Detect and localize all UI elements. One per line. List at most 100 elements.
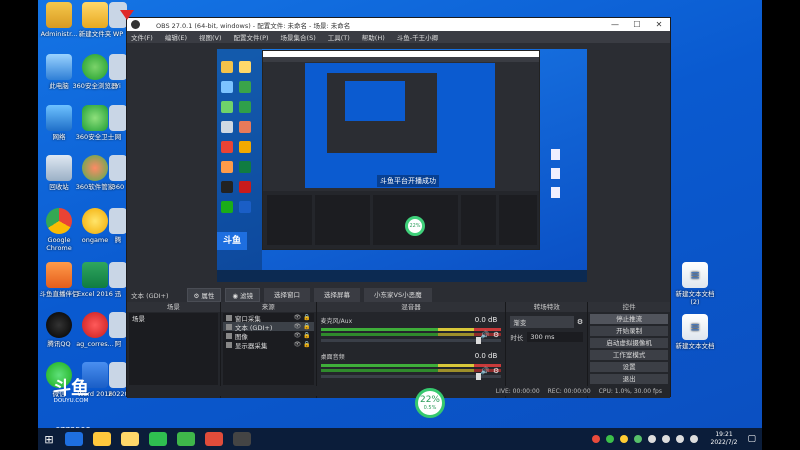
software-manager-icon <box>82 155 108 181</box>
transition-type-select[interactable]: 渐变 <box>510 316 574 328</box>
gear-icon[interactable]: ⚙ <box>493 367 499 375</box>
display-capture-icon <box>225 341 232 348</box>
taskbar-files-icon[interactable] <box>121 432 139 446</box>
desktop-icon-text-file-2[interactable]: ≡ 新建文本文档 (2) <box>672 262 718 306</box>
preview-douyu-logo: 斗鱼 <box>217 232 247 250</box>
transitions-header: 转场特效 <box>506 302 588 312</box>
taskbar-wechat-icon[interactable] <box>149 432 167 446</box>
preview-taskbar <box>217 270 587 282</box>
mic-icon[interactable] <box>647 435 656 443</box>
clock[interactable]: 19:21 2022/7/2 <box>711 431 738 447</box>
desktop-icon-partial[interactable]: 迅 <box>108 262 128 298</box>
speaker-icon[interactable]: 🔊 <box>481 331 490 339</box>
desktop-icon-partial[interactable]: 360 <box>108 155 128 191</box>
controls-dock: 控件 停止推流 开始录制 启动虚拟摄像机 工作室模式 设置 退出 <box>588 302 670 398</box>
close-button[interactable]: ✕ <box>648 20 670 29</box>
menu-profile[interactable]: 配置文件(P) <box>234 32 269 42</box>
scene-item[interactable]: 场景 <box>129 313 218 323</box>
ongame-icon <box>82 208 108 234</box>
taskbar-app-icon[interactable] <box>65 432 83 446</box>
qq-icon <box>46 312 72 338</box>
mixer-dock: 混音器 麦克风/Aux 0.0 dB 🔊 ⚙ 桌面音频 0.0 dB � <box>316 302 507 398</box>
filters-button[interactable]: ◉ 滤镜 <box>225 287 261 302</box>
start-button[interactable]: ⊞ <box>38 433 60 446</box>
source-item[interactable]: 显示器采集 👁 🔒 <box>223 340 314 350</box>
select-screen-button[interactable]: 选择屏幕 <box>314 287 361 302</box>
match-title-label: 小东家VS小恶魔 <box>364 287 432 302</box>
rec-status: REC: 00:00:00 <box>547 387 591 395</box>
duration-input[interactable]: 300 ms <box>527 332 584 342</box>
preview-nested-obs <box>262 50 540 250</box>
sources-header: 来源 <box>220 302 316 312</box>
app-icon <box>109 262 127 288</box>
menu-help[interactable]: 帮助(H) <box>362 32 385 42</box>
menu-edit[interactable]: 编辑(E) <box>165 32 187 42</box>
taskbar-folder-icon[interactable] <box>93 432 111 446</box>
excel-icon <box>82 262 108 288</box>
studio-mode-button[interactable]: 工作室模式 <box>590 350 668 360</box>
volume-icon[interactable] <box>675 435 684 443</box>
preview-icon-column-2 <box>239 61 255 221</box>
menu-tools[interactable]: 工具(T) <box>328 32 350 42</box>
mixer-channel-mic: 麦克风/Aux 0.0 dB 🔊 ⚙ <box>320 316 502 344</box>
properties-button[interactable]: ⚙ 属性 <box>186 287 222 302</box>
obs-titlebar: OBS 27.0.1 (64-bit, windows) - 配置文件: 未命名… <box>127 18 670 31</box>
menu-scene-collection[interactable]: 场景集合(S) <box>281 32 316 42</box>
desktop-icon-partial[interactable]: 腾 <box>108 208 128 244</box>
speaker-icon[interactable]: 🔊 <box>481 367 490 375</box>
menu-view[interactable]: 视图(V) <box>199 32 222 42</box>
ime-icon[interactable] <box>689 435 698 443</box>
controls-header: 控件 <box>588 302 670 312</box>
text-source-icon <box>225 323 232 330</box>
desktop-icon-partial[interactable]: 阿 <box>108 312 128 348</box>
desktop-channel-label: 桌面音频 <box>320 354 345 361</box>
taskbar-obs-icon[interactable] <box>233 432 251 446</box>
desktop-volume-slider[interactable] <box>320 373 502 380</box>
network-icon[interactable] <box>661 435 670 443</box>
preview-icon-column <box>221 61 237 221</box>
stop-streaming-button[interactable]: 停止推流 <box>590 314 668 324</box>
douyu-icon <box>46 262 72 288</box>
exit-button[interactable]: 退出 <box>590 374 668 384</box>
tray-icon[interactable] <box>591 435 600 443</box>
preview-percent-circle: 22% <box>405 216 425 236</box>
desktop-icon-partial[interactable]: Yi <box>108 54 128 90</box>
desktop-icon-partial[interactable]: WP <box>108 2 128 38</box>
select-window-button[interactable]: 选择窗口 <box>264 287 311 302</box>
start-recording-button[interactable]: 开始录制 <box>590 326 668 336</box>
app-icon <box>109 208 127 234</box>
gear-icon[interactable]: ⚙ <box>493 331 499 339</box>
settings-button[interactable]: 设置 <box>590 362 668 372</box>
desktop-icon-text-file[interactable]: ≡ 新建文本文档 <box>672 314 718 350</box>
obs-logo-icon <box>131 20 140 29</box>
network-icon <box>46 105 72 131</box>
browser-360-icon <box>82 54 108 80</box>
gear-icon[interactable]: ⚙ <box>577 318 583 326</box>
taskbar-360-icon[interactable] <box>177 432 195 446</box>
desktop-level-meter <box>320 364 502 367</box>
mic-volume-slider[interactable] <box>320 337 502 344</box>
menu-douyu-account[interactable]: 斗鱼-千王小卿 <box>397 32 438 42</box>
tray-icon[interactable] <box>619 435 628 443</box>
douyu-domain: DOUYU.COM <box>53 398 89 404</box>
notification-icon[interactable]: ▢ <box>747 434 756 444</box>
chrome-icon <box>46 208 72 234</box>
maximize-button[interactable]: ☐ <box>626 20 648 29</box>
desktop: Administr... 此电脑 网络 回收站 Google Chrome 斗鱼直播伴侣腾… <box>0 0 800 450</box>
minimize-button[interactable]: — <box>604 20 626 29</box>
obs-window: OBS 27.0.1 (64-bit, windows) - 配置文件: 未命名… <box>126 17 671 398</box>
tray-icon[interactable] <box>633 435 642 443</box>
upload-percent-circle: 22% 0.5% <box>415 388 445 418</box>
desktop-icon-partial[interactable]: 2022061... <box>108 362 143 398</box>
preview-canvas[interactable]: 斗鱼平台开播成功 22% 斗鱼 <box>217 49 587 282</box>
app-icon <box>109 312 127 338</box>
ag-app-icon <box>82 312 108 338</box>
source-toolbar: 文本 (GDI+) ⚙ 属性 ◉ 滤镜 选择窗口 选择屏幕 小东家VS小恶魔 <box>127 287 670 302</box>
desktop-icon-partial[interactable]: 网 <box>108 105 128 141</box>
start-virtual-camera-button[interactable]: 启动虚拟摄像机 <box>590 338 668 348</box>
taskbar-douyu-icon[interactable] <box>205 432 223 446</box>
desktop-volume-value: 0.0 dB <box>474 352 498 360</box>
cpu-status: CPU: 1.0%, 30.00 fps <box>598 387 662 395</box>
menu-file[interactable]: 文件(F) <box>131 32 153 42</box>
tray-icon[interactable] <box>605 435 614 443</box>
